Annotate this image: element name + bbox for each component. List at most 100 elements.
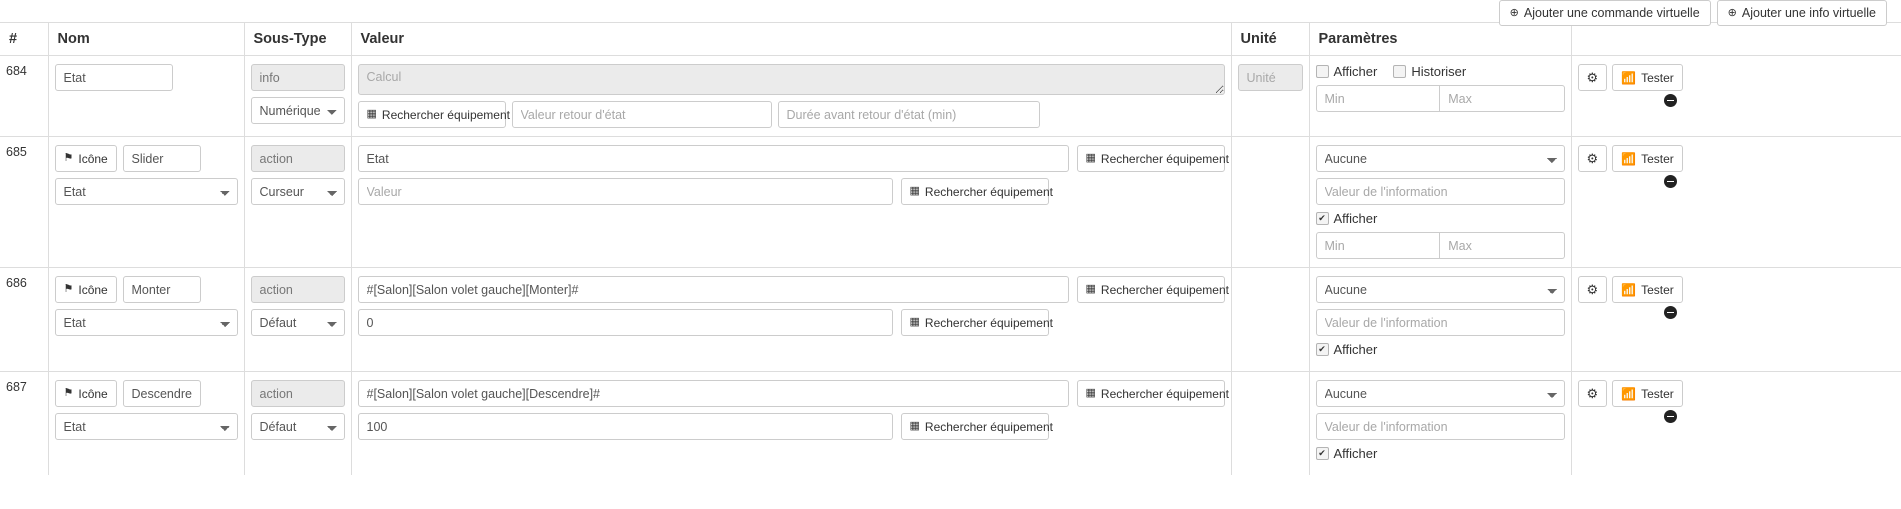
afficher-checkbox[interactable]: [1315, 343, 1329, 356]
valeur-information-input[interactable]: [1315, 178, 1565, 205]
afficher-label: Afficher: [1333, 64, 1378, 79]
subtype-select[interactable]: Curseur: [250, 178, 345, 205]
value-second-input[interactable]: [357, 309, 893, 336]
row-value-cell: ▦ Rechercher équipement ▦ Rechercher équ…: [350, 267, 1231, 372]
min-input[interactable]: [1315, 232, 1441, 259]
afficher-checkbox[interactable]: [1315, 447, 1329, 460]
param-value-select[interactable]: Aucune: [1315, 380, 1565, 407]
value-main-input[interactable]: [357, 276, 1069, 303]
command-link-select[interactable]: Etat: [54, 178, 238, 205]
row-number: 685: [0, 136, 48, 268]
unite-input[interactable]: [1237, 64, 1303, 91]
param-value-select[interactable]: Aucune: [1315, 276, 1565, 303]
icone-button[interactable]: ⚑ Icône: [54, 276, 117, 303]
gear-icon: ⚙: [1586, 282, 1599, 297]
rechercher-equipement-button[interactable]: ▦ Rechercher équipement: [900, 178, 1053, 205]
row-name-cell: ⚑ Icône Etat: [47, 371, 244, 475]
flag-icon: ⚑: [63, 387, 74, 399]
tester-label: Tester: [1641, 386, 1674, 401]
value-main-input[interactable]: [357, 145, 1069, 172]
subtype-select[interactable]: Défaut: [250, 309, 345, 336]
table-row: 684 Numérique: [0, 55, 1901, 137]
rechercher-equipement-label: Rechercher équipement: [1100, 386, 1229, 401]
row-params-cell: Aucune Afficher: [1308, 267, 1571, 372]
rechercher-equipement-label: Rechercher équipement: [924, 419, 1053, 434]
list-icon: ▦: [1085, 283, 1096, 295]
afficher-checkbox[interactable]: [1315, 65, 1329, 78]
rechercher-equipement-button[interactable]: ▦ Rechercher équipement: [1076, 276, 1229, 303]
add-virtual-command-button[interactable]: ⊕ Ajouter une commande virtuelle: [1498, 0, 1711, 26]
minus-circle-icon[interactable]: [1663, 306, 1677, 319]
value-main-input[interactable]: [357, 380, 1069, 407]
list-icon: ▦: [909, 420, 920, 432]
table-row: 686 ⚑ Icône Etat: [0, 267, 1901, 372]
add-virtual-info-button[interactable]: ⊕ Ajouter une info virtuelle: [1716, 0, 1887, 26]
column-header-valeur: Valeur: [350, 22, 1231, 56]
value-second-input[interactable]: [357, 178, 893, 205]
command-link-select[interactable]: Etat: [54, 413, 238, 440]
row-name-cell: ⚑ Icône Etat: [47, 136, 244, 268]
row-unit-cell: [1230, 55, 1309, 137]
header-row: # Nom Sous-Type Valeur Unité Paramètres: [0, 22, 1901, 56]
signal-icon: 📶: [1621, 386, 1637, 401]
subtype-static-input: [250, 145, 345, 172]
valeur-information-input[interactable]: [1315, 413, 1565, 440]
tester-button[interactable]: 📶 Tester: [1612, 64, 1683, 91]
row-number: 687: [0, 371, 48, 475]
rechercher-equipement-button[interactable]: ▦ Rechercher équipement: [900, 413, 1053, 440]
minus-circle-icon[interactable]: [1663, 410, 1677, 423]
duree-retour-etat-input[interactable]: [777, 101, 1040, 128]
param-value-select[interactable]: Aucune: [1315, 145, 1565, 172]
afficher-checkbox[interactable]: [1315, 212, 1329, 225]
icone-button[interactable]: ⚑ Icône: [54, 380, 117, 407]
icone-button[interactable]: ⚑ Icône: [54, 145, 117, 172]
min-input[interactable]: [1315, 85, 1441, 112]
tester-button[interactable]: 📶 Tester: [1612, 380, 1683, 407]
signal-icon: 📶: [1621, 151, 1637, 166]
rechercher-equipement-label: Rechercher équipement: [381, 107, 510, 122]
valeur-information-input[interactable]: [1315, 309, 1565, 336]
row-subtype-cell: Défaut: [243, 267, 351, 372]
command-name-input[interactable]: [54, 64, 173, 91]
max-input[interactable]: [1440, 232, 1565, 259]
rechercher-equipement-button[interactable]: ▦ Rechercher équipement: [357, 101, 510, 128]
historiser-checkbox[interactable]: [1393, 65, 1407, 78]
value-second-input[interactable]: [357, 413, 893, 440]
tester-label: Tester: [1641, 151, 1674, 166]
minus-circle-icon[interactable]: [1663, 175, 1677, 188]
calcul-textarea[interactable]: [357, 64, 1225, 95]
tester-button[interactable]: 📶 Tester: [1612, 145, 1683, 172]
gear-icon: ⚙: [1586, 70, 1599, 85]
column-header-nom: Nom: [47, 22, 244, 56]
max-input[interactable]: [1440, 85, 1565, 112]
command-link-select[interactable]: Etat: [54, 309, 238, 336]
command-name-input[interactable]: [122, 145, 201, 172]
row-number: 684: [0, 55, 48, 137]
configure-button[interactable]: ⚙: [1577, 380, 1608, 407]
commands-page: ⊕ Ajouter une commande virtuelle ⊕ Ajout…: [0, 0, 1901, 475]
rechercher-equipement-button[interactable]: ▦ Rechercher équipement: [1076, 380, 1229, 407]
row-value-cell: ▦ Rechercher équipement ▦ Rechercher équ…: [350, 136, 1231, 268]
row-actions-cell: ⚙ 📶 Tester: [1570, 371, 1901, 475]
subtype-select[interactable]: Numérique: [250, 97, 345, 124]
valeur-retour-etat-input[interactable]: [511, 101, 772, 128]
flag-icon: ⚑: [63, 283, 74, 295]
configure-button[interactable]: ⚙: [1577, 64, 1608, 91]
minus-circle-icon[interactable]: [1663, 94, 1677, 107]
subtype-select[interactable]: Défaut: [250, 413, 345, 440]
afficher-label: Afficher: [1333, 211, 1378, 226]
table-row: 685 ⚑ Icône Etat: [0, 136, 1901, 268]
subtype-static-input: [250, 380, 345, 407]
configure-button[interactable]: ⚙: [1577, 145, 1608, 172]
icone-label: Icône: [78, 151, 108, 166]
configure-button[interactable]: ⚙: [1577, 276, 1608, 303]
list-icon: ▦: [909, 185, 920, 197]
command-name-input[interactable]: [122, 276, 201, 303]
rechercher-equipement-button[interactable]: ▦ Rechercher équipement: [900, 309, 1053, 336]
tester-button[interactable]: 📶 Tester: [1612, 276, 1683, 303]
rechercher-equipement-button[interactable]: ▦ Rechercher équipement: [1076, 145, 1229, 172]
column-header-soustype: Sous-Type: [243, 22, 351, 56]
rechercher-equipement-label: Rechercher équipement: [924, 184, 1053, 199]
command-name-input[interactable]: [122, 380, 201, 407]
row-actions-cell: ⚙ 📶 Tester: [1570, 267, 1901, 372]
